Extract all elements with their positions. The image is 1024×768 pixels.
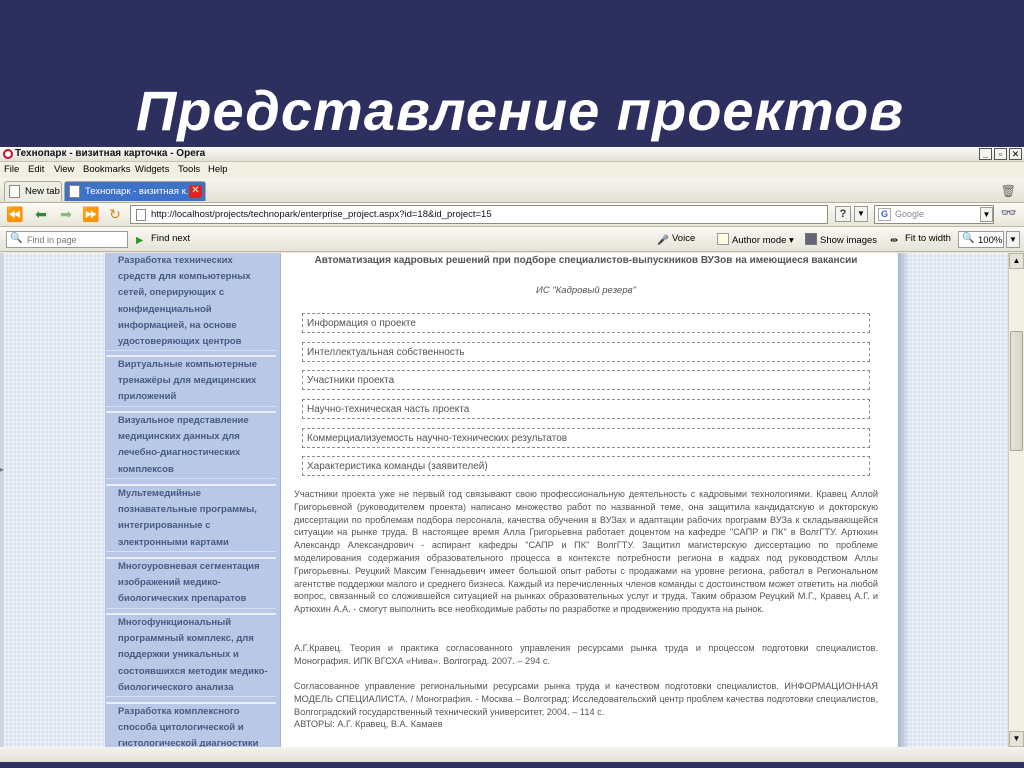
forward-icon[interactable]: ➡ [57, 206, 75, 223]
chevron-down-icon[interactable]: ▼ [980, 207, 993, 222]
zoom-select[interactable]: 🔍 100% [958, 231, 1004, 248]
sidebar-item[interactable]: Виртуальные компьютерные тренажёры для м… [106, 355, 276, 407]
glasses-icon[interactable]: 👓 [998, 205, 1020, 224]
google-icon: G [878, 208, 891, 221]
project-menu-item[interactable]: Интеллектуальная собственность [302, 341, 870, 362]
browser-window: Технопарк - визитная карточка - Opera _ … [0, 147, 1024, 762]
address-bar: ⏪ ⬅ ➡ ⏩ ↻ http://localhost/projects/tech… [0, 203, 1024, 227]
menu-bookmarks[interactable]: Bookmarks [83, 164, 131, 175]
find-toolbar: 🔍 Find in page ▶ Find next 🎤 Voice Author … [0, 227, 1024, 252]
sidebar-item[interactable]: Разработка комплексного способа цитологи… [106, 702, 276, 747]
back-icon[interactable]: ⬅ [32, 206, 50, 223]
project-menu-item[interactable]: Характеристика команды (заявителей) [302, 456, 870, 477]
find-placeholder: Find in page [27, 235, 77, 245]
zoom-icon: 🔍 [962, 233, 975, 244]
search-input[interactable]: G Google [874, 205, 994, 224]
menu-help[interactable]: Help [208, 164, 228, 175]
window-titlebar: Технопарк - визитная карточка - Opera _ … [0, 147, 1024, 162]
tab-technopark[interactable]: Технопарк - визитная к... ✕ [64, 181, 206, 201]
menu-view[interactable]: View [54, 164, 74, 175]
chevron-down-icon[interactable]: ▼ [1006, 231, 1020, 248]
rewind-icon[interactable]: ⏪ [6, 206, 24, 223]
url-input[interactable]: http://localhost/projects/technopark/ent… [130, 205, 828, 224]
window-title: Технопарк - визитная карточка - Opera [15, 148, 206, 159]
team-description: Участники проекта уже не первый год связ… [294, 489, 878, 615]
project-content: Автоматизация кадровых решений при подбо… [292, 253, 880, 747]
menu-widgets[interactable]: Widgets [135, 164, 169, 175]
fit-width-icon: ⇹ [890, 235, 898, 246]
menu-bar: File Edit View Bookmarks Widgets Tools H… [0, 162, 1024, 178]
menu-file[interactable]: File [4, 164, 19, 175]
tab-bar: New tab Технопарк - визитная к... ✕ 🗑 [0, 178, 1024, 203]
project-menu-item[interactable]: Участники проекта [302, 370, 870, 391]
panel-handle[interactable] [0, 253, 4, 747]
project-title: Автоматизация кадровых решений при подбо… [314, 255, 858, 266]
slide-footer [0, 762, 1024, 768]
sidebar-item[interactable]: Визуальное представление медицинских дан… [106, 411, 276, 479]
site-info-icon[interactable]: ? [835, 206, 851, 222]
chevron-right-icon[interactable]: ▸ [0, 465, 4, 474]
opera-logo-icon [3, 149, 13, 159]
reload-icon[interactable]: ↻ [106, 206, 124, 223]
voice-button[interactable]: 🎤 Voice [657, 233, 695, 247]
vertical-scrollbar[interactable]: ▲ ▼ [1008, 253, 1024, 747]
find-in-page-input[interactable]: 🔍 Find in page [6, 231, 128, 248]
find-next-button[interactable]: ▶ Find next [136, 233, 190, 247]
authors-line: АВТОРЫ: А.Г. Кравец, В.А. Камаев [294, 719, 443, 729]
show-images-button[interactable]: Show images [805, 233, 877, 246]
microphone-icon: 🎤 [657, 235, 669, 246]
chevron-down-icon[interactable]: ▼ [854, 206, 868, 222]
project-menu-item[interactable]: Коммерциализуемость научно-технических р… [302, 427, 870, 448]
slide-title: Представление проектов [135, 79, 905, 142]
sidebar-item[interactable]: Многофункциональный программный комплекс… [106, 612, 276, 698]
tab-label: New tab [25, 186, 60, 197]
page-shadow [898, 253, 910, 747]
arrow-right-icon: ▶ [136, 235, 144, 246]
project-subtitle: ИС "Кадровый резерв" [536, 285, 636, 296]
project-menu-item[interactable]: Информация о проекте [302, 313, 870, 333]
publication-2: Согласованное управление региональными р… [294, 681, 878, 717]
author-mode-button[interactable]: Author mode ▾ [717, 233, 794, 246]
close-button[interactable]: ✕ [1009, 148, 1022, 160]
fit-to-width-button[interactable]: ⇹ Fit to width [890, 233, 951, 247]
search-placeholder: Google [895, 209, 925, 219]
scroll-thumb[interactable] [1010, 331, 1023, 451]
scroll-down-icon[interactable]: ▼ [1009, 731, 1024, 747]
url-text: http://localhost/projects/technopark/ent… [151, 209, 492, 220]
image-icon [805, 233, 817, 245]
page-viewport: ▸ Разработка технических средств для ком… [0, 253, 1024, 747]
menu-tools[interactable]: Tools [178, 164, 200, 175]
sidebar-item[interactable]: Мультемедийные познавательные программы,… [106, 484, 276, 552]
project-sidebar: Разработка технических средств для компь… [106, 253, 281, 747]
minimize-button[interactable]: _ [979, 148, 992, 160]
sidebar-item[interactable]: Многоуровневая сегментация изображений м… [106, 557, 276, 609]
web-page: Разработка технических средств для компь… [106, 253, 898, 747]
document-icon [717, 233, 729, 245]
menu-edit[interactable]: Edit [28, 164, 44, 175]
restore-button[interactable]: ▫ [994, 148, 1007, 160]
project-menu: Информация о проекте Интеллектуальная со… [302, 313, 870, 485]
fast-forward-icon[interactable]: ⏩ [82, 206, 100, 223]
page-icon [136, 209, 146, 221]
sidebar-item[interactable]: Разработка технических средств для компь… [106, 253, 276, 352]
scroll-up-icon[interactable]: ▲ [1009, 253, 1024, 269]
page-icon [9, 185, 20, 198]
page-icon [69, 185, 80, 198]
publication-1: А.Г.Кравец. Теория и практика согласован… [294, 643, 878, 666]
zoom-value: 100% [978, 235, 1003, 246]
close-tab-icon[interactable]: ✕ [189, 185, 202, 198]
tab-label: Технопарк - визитная к... [85, 186, 194, 197]
status-strip [0, 747, 1024, 762]
tab-new-tab[interactable]: New tab [4, 181, 62, 201]
trash-icon[interactable]: 🗑 [1001, 184, 1016, 198]
project-menu-item[interactable]: Научно-техническая часть проекта [302, 399, 870, 420]
search-icon: 🔍 [10, 233, 23, 244]
